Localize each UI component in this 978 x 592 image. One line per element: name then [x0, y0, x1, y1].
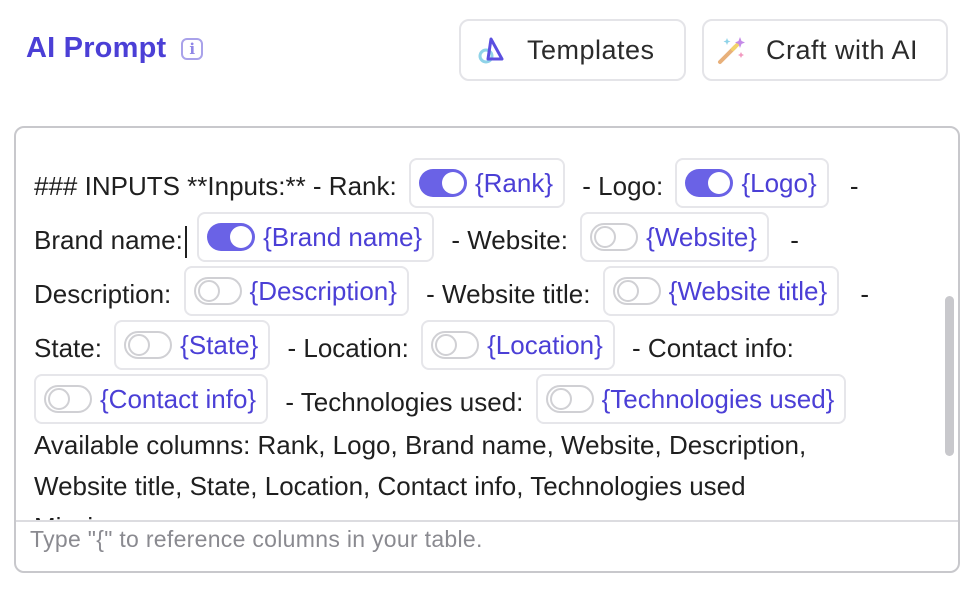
chip-label: {Description} — [249, 276, 397, 307]
toggle-switch[interactable] — [193, 277, 242, 306]
editor-scrollbar[interactable] — [945, 296, 954, 456]
column-chip-state[interactable]: {State} — [114, 320, 271, 371]
chip-label: {Brand name} — [263, 222, 423, 253]
editor-text: - Technologies used: — [285, 387, 524, 417]
chip-label: {Rank} — [474, 168, 554, 199]
editor-divider — [16, 520, 958, 522]
editor-line: Brand name: {Brand name} - Website: {Web… — [34, 212, 799, 263]
toggle-switch[interactable] — [590, 223, 639, 252]
toggle-switch[interactable] — [418, 169, 467, 198]
editor-text: - — [790, 225, 799, 255]
column-chip-technologies-used[interactable]: {Technologies used} — [535, 374, 847, 425]
toggle-switch[interactable] — [124, 331, 173, 360]
column-chip-logo[interactable]: {Logo} — [675, 158, 829, 209]
column-chip-rank[interactable]: {Rank} — [408, 158, 566, 209]
editor-text: - Location: — [287, 333, 409, 363]
editor-line: {Contact info} - Technologies used: {Tec… — [34, 374, 847, 425]
editor-text: - — [860, 279, 870, 309]
editor-text: Brand name: — [34, 225, 183, 255]
column-chip-contact-info[interactable]: {Contact info} — [34, 374, 269, 425]
prompt-editor[interactable]: ### INPUTS **Inputs:** - Rank: {Rank} - … — [14, 126, 960, 573]
column-chip-website[interactable]: {Website} — [580, 212, 769, 263]
chip-label: {Website title} — [668, 276, 828, 307]
editor-text: - — [849, 171, 859, 201]
info-icon[interactable]: i — [181, 37, 204, 60]
craft-with-ai-label: Craft with AI — [766, 34, 919, 65]
editor-line: State: {State} - Location: {Location} - … — [34, 320, 794, 371]
prompt-editor-content[interactable]: ### INPUTS **Inputs:** - Rank: {Rank} - … — [34, 128, 924, 520]
craft-with-ai-button[interactable]: Craft with AI — [702, 19, 948, 81]
editor-line: Website title, State, Location, Contact … — [34, 471, 746, 501]
toggle-switch[interactable] — [545, 385, 594, 414]
editor-placeholder-hint: Type "{" to reference columns in your ta… — [30, 526, 483, 552]
column-chip-brand-name[interactable]: {Brand name} — [197, 212, 435, 263]
editor-text: - Logo: — [582, 171, 664, 201]
editor-line: ### INPUTS **Inputs:** - Rank: {Rank} - … — [34, 158, 859, 209]
page-title-text: AI Prompt — [26, 32, 167, 64]
chip-label: {Technologies used} — [601, 384, 835, 415]
editor-text: - Website title: — [426, 279, 591, 309]
column-chip-website-title[interactable]: {Website title} — [602, 266, 840, 317]
templates-label: Templates — [527, 34, 655, 65]
column-chip-location[interactable]: {Location} — [421, 320, 615, 371]
editor-text: Description: — [34, 279, 172, 309]
toggle-switch[interactable] — [431, 331, 480, 360]
editor-text: ### INPUTS **Inputs:** - Rank: — [34, 171, 397, 201]
templates-icon — [478, 37, 504, 64]
editor-line: Mission — [34, 507, 122, 520]
toggle-switch[interactable] — [207, 223, 256, 252]
chip-label: {Contact info} — [100, 384, 257, 415]
toggle-switch[interactable] — [685, 169, 734, 198]
editor-line: Available columns: Rank, Logo, Brand nam… — [34, 430, 807, 460]
editor-line: Description: {Description} - Website tit… — [34, 266, 870, 317]
editor-text: - Contact info: — [632, 333, 794, 363]
chip-label: {State} — [180, 330, 259, 361]
templates-button[interactable]: Templates — [459, 19, 686, 81]
toggle-switch[interactable] — [44, 385, 92, 414]
page-title: AI Prompt i — [26, 32, 204, 65]
editor-text: State: — [34, 333, 102, 363]
chip-label: {Location} — [487, 330, 603, 361]
toggle-switch[interactable] — [612, 277, 661, 306]
chip-label: {Website} — [646, 222, 757, 253]
text-cursor — [184, 226, 187, 259]
magic-wand-icon — [718, 37, 745, 64]
column-chip-description[interactable]: {Description} — [183, 266, 409, 317]
chip-label: {Logo} — [741, 168, 817, 199]
editor-text: - Website: — [451, 225, 568, 255]
